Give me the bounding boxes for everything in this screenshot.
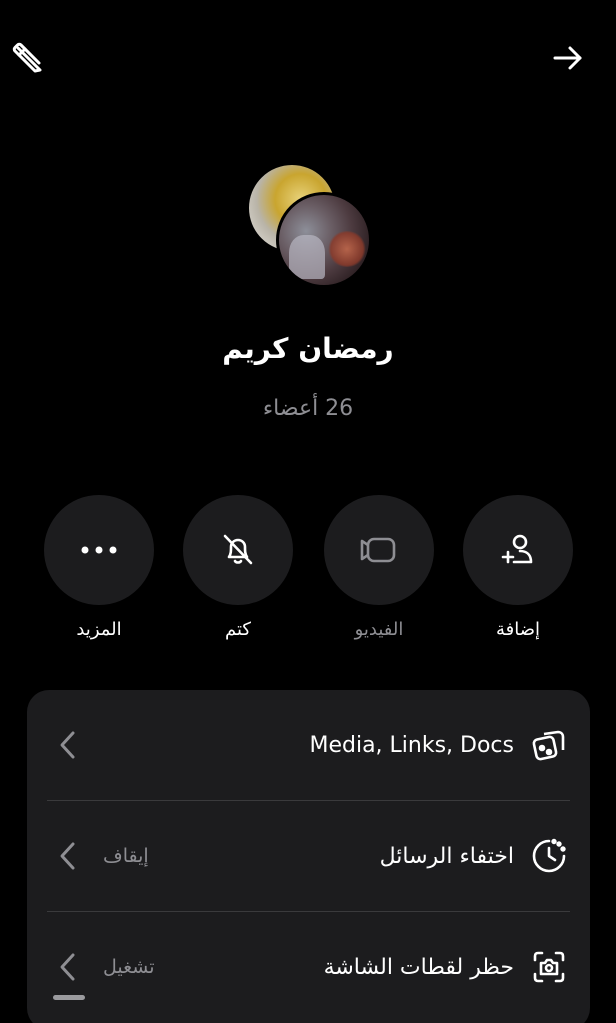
screenshot-block-icon [533, 951, 565, 983]
group-settings-card: Media, Links, Docs اختفاء الرسائل إيقاف [27, 690, 590, 1023]
more-label: المزيد [76, 619, 122, 640]
add-member-button[interactable]: إضافة [463, 495, 573, 640]
arrow-right-icon [553, 46, 582, 70]
block-screenshots-row[interactable]: حظر لقطات الشاشة تشغيل [27, 912, 590, 1022]
more-button[interactable]: المزيد [44, 495, 154, 640]
chevron-left-icon [60, 842, 75, 870]
member-avatar [276, 192, 372, 288]
add-person-icon [501, 534, 533, 564]
row-title: حظر لقطات الشاشة [323, 954, 514, 980]
bell-mute-icon [223, 534, 253, 565]
disappearing-messages-row[interactable]: اختفاء الرسائل إيقاف [27, 801, 590, 911]
chevron-left-icon [60, 953, 75, 981]
mute-button[interactable]: كتم [183, 495, 293, 640]
mute-label: كتم [225, 619, 251, 640]
row-title: اختفاء الرسائل [379, 843, 514, 869]
chevron-left-icon [60, 731, 75, 759]
timer-icon [532, 838, 566, 873]
row-value: تشغيل [103, 956, 155, 978]
group-name: رمضان كريم [222, 332, 394, 365]
row-title: Media, Links, Docs [309, 732, 514, 758]
pencil-icon [12, 42, 42, 73]
edit-button[interactable] [6, 36, 50, 80]
scroll-indicator [53, 995, 85, 1000]
group-info-screen: رمضان كريم 26 أعضاء المزيد كتم الفيديو إ… [0, 0, 616, 1023]
more-dots-icon [81, 546, 117, 554]
action-bar: المزيد كتم الفيديو إضافة [0, 495, 616, 655]
group-avatar-stack[interactable] [246, 162, 376, 292]
member-count: 26 أعضاء [262, 396, 354, 421]
media-icon [532, 730, 565, 761]
media-links-docs-row[interactable]: Media, Links, Docs [27, 690, 590, 800]
video-label: الفيديو [354, 619, 404, 640]
forward-button[interactable] [546, 36, 590, 80]
row-value: إيقاف [103, 845, 149, 867]
video-icon [360, 537, 396, 563]
video-call-button[interactable]: الفيديو [324, 495, 434, 640]
add-label: إضافة [495, 619, 541, 640]
